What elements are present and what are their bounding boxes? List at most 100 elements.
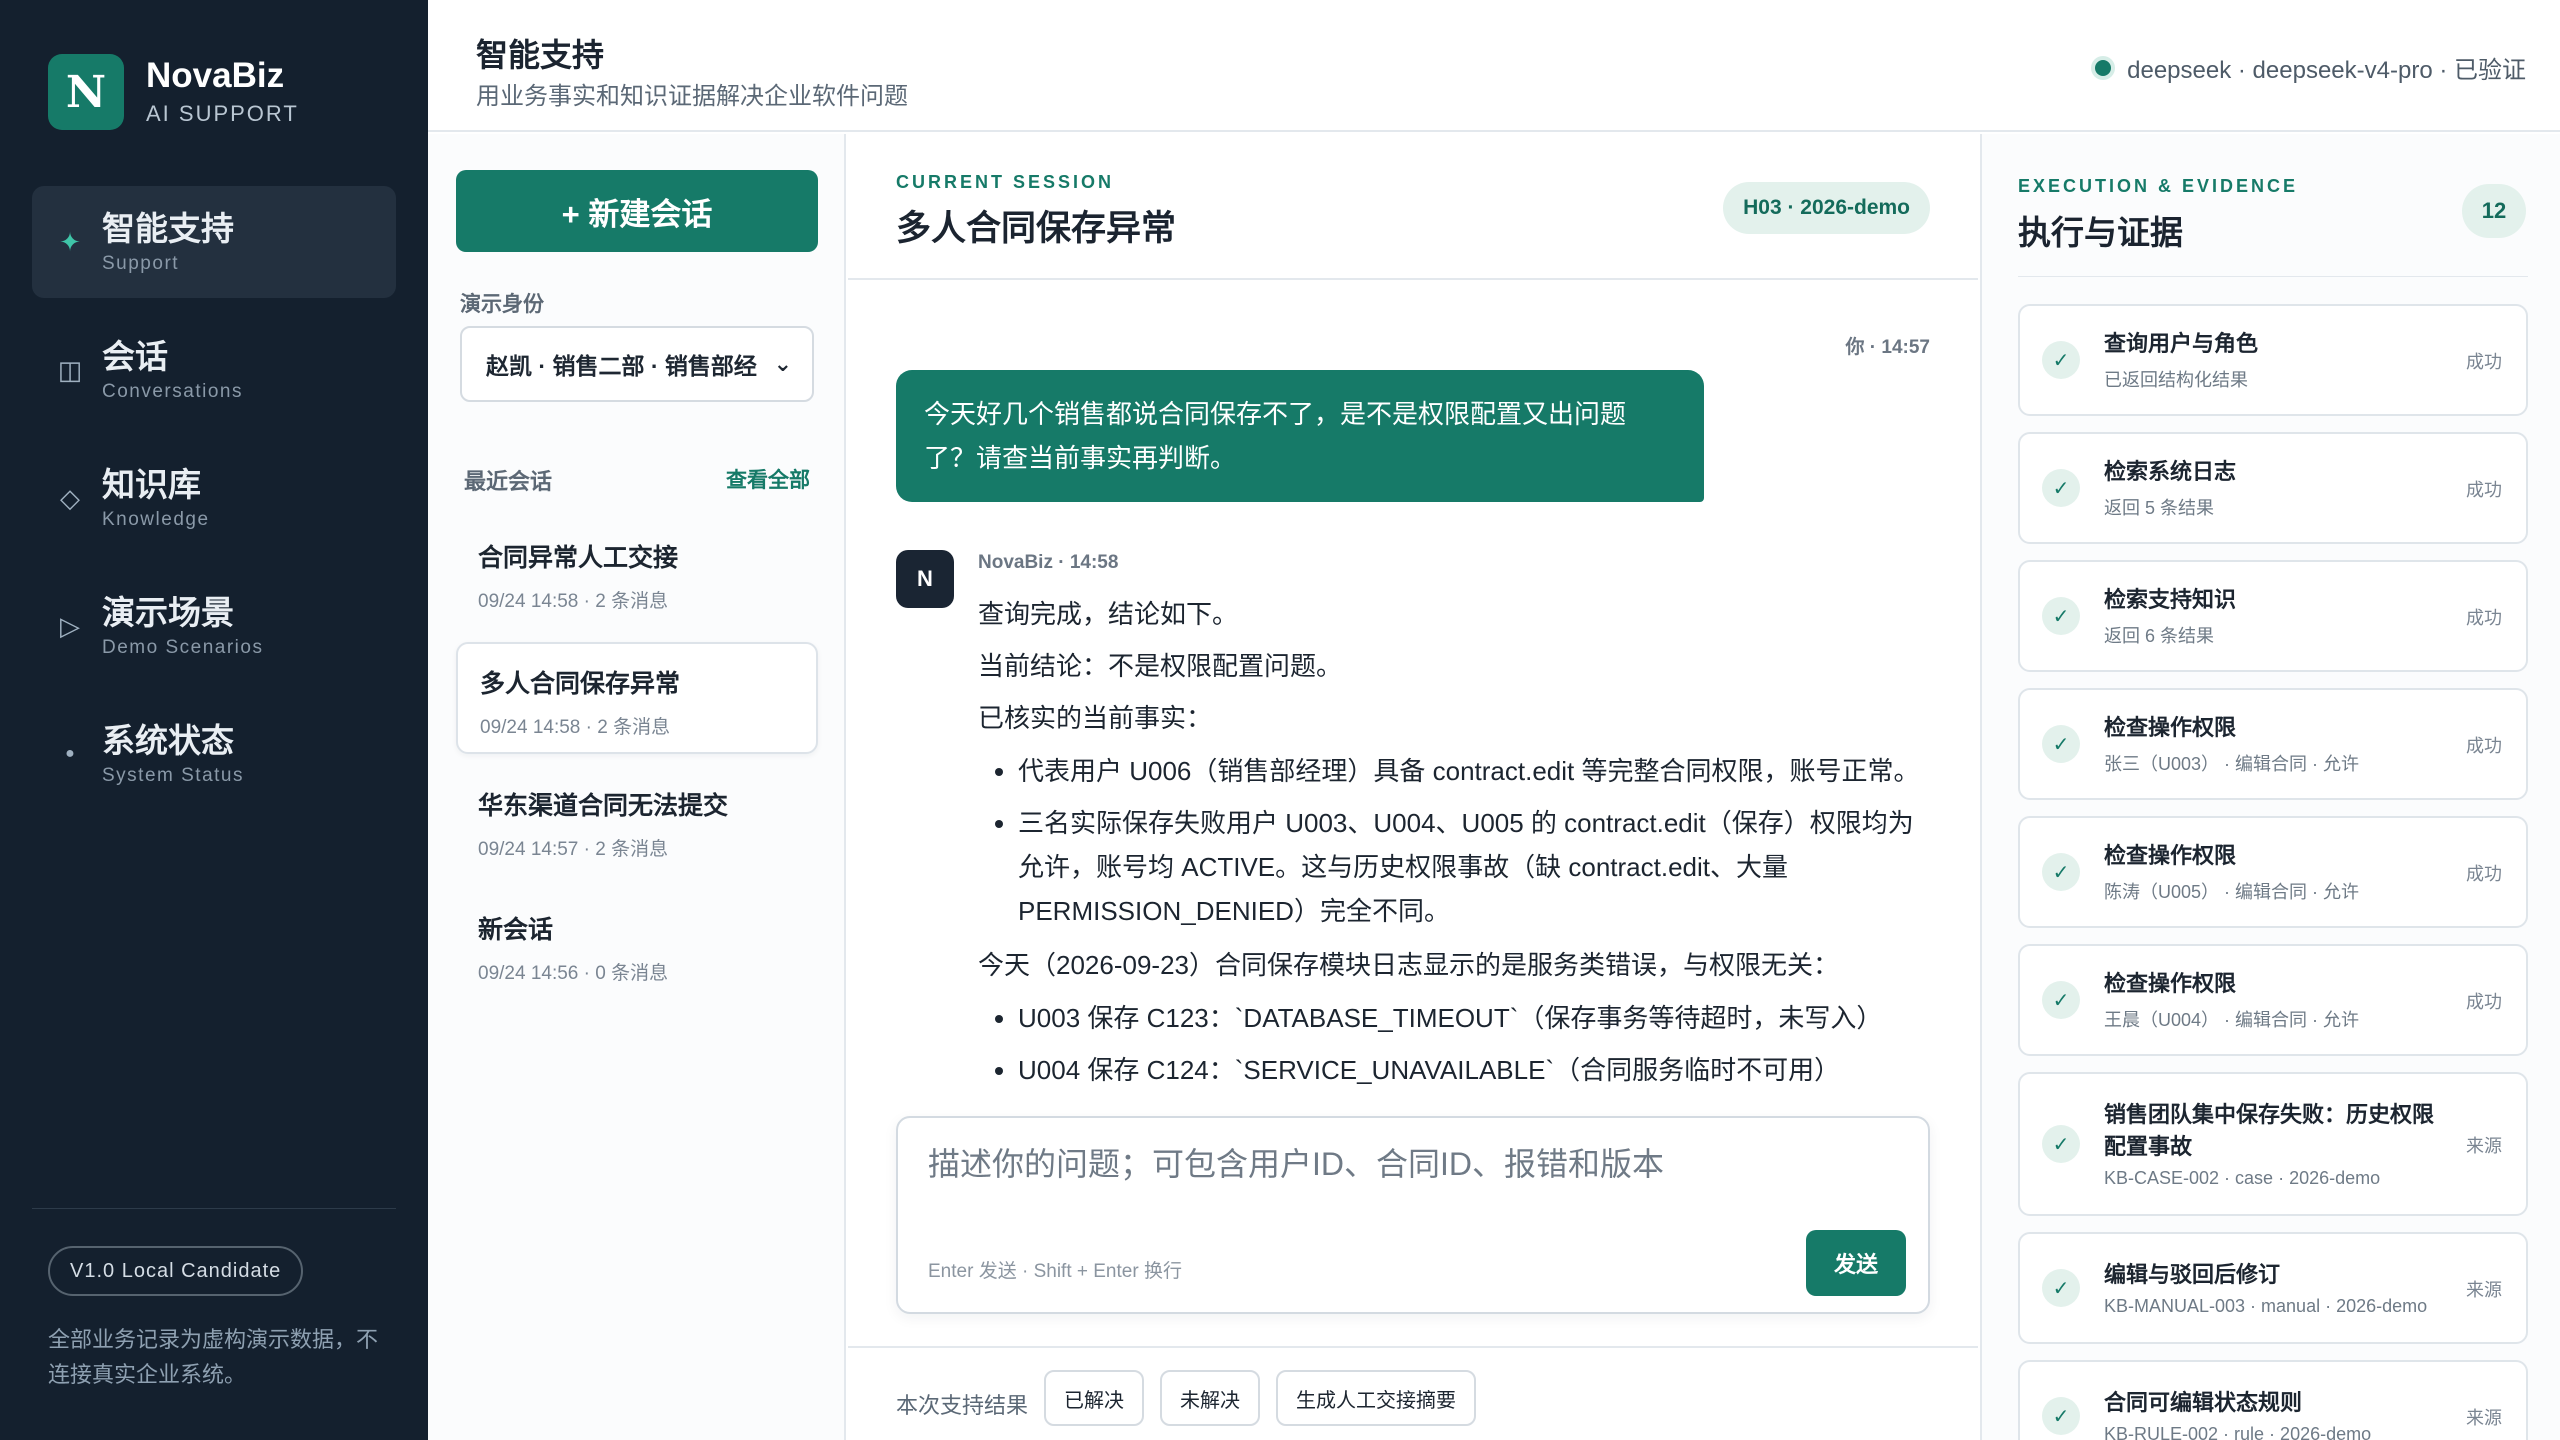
nav-label: 智能支持 [102,210,234,248]
status-dot-icon [2095,59,2112,76]
bot-paragraph: 当前结论：不是权限配置问题。 [978,651,1343,682]
bot-paragraph: 今天（2026-09-23）合同保存模块日志显示的是服务类错误，与权限无关： [978,950,1839,981]
evidence-item[interactable]: ✓ 检索系统日志 返回 5 条结果 成功 [2018,432,2528,544]
identity-select[interactable]: 赵凯 · 销售二部 · 销售部经 ⌄ [460,326,814,402]
evidence-desc: 陈涛（U005） · 编辑合同 · 允许 [2104,881,2360,902]
new-conversation-button[interactable]: + 新建会话 [456,170,818,252]
evidence-text: 检索支持知识 返回 6 条结果 [2104,562,2444,670]
send-button[interactable]: 发送 [1806,1230,1906,1296]
chevron-down-icon: ⌄ [773,351,792,376]
sidebar-note: 全部业务记录为虚构演示数据，不连接真实企业系统。 [48,1327,379,1388]
evidence-item[interactable]: ✓ 合同可编辑状态规则 KB-RULE-002 · rule · 2026-de… [2018,1360,2528,1440]
session-eyebrow: CURRENT SESSION [896,172,1115,192]
evidence-status: 来源 [2466,1136,2502,1156]
evidence-desc: KB-CASE-002 · case · 2026-demo [2104,1168,2381,1189]
nav-sub: Conversations [102,380,243,402]
brand-subtitle: AI SUPPORT [146,101,299,127]
nav-item-demo-scenarios[interactable]: ▷ 演示场景 Demo Scenarios [32,570,396,682]
unresolved-button[interactable]: 未解决 [1160,1370,1260,1426]
nav-sub: Knowledge [102,508,210,530]
play-icon: ▷ [60,610,80,641]
chat-panel: CURRENT SESSION 多人合同保存异常 H03 · 2026-demo… [848,134,1978,1440]
sparkle-icon: ✦ [59,226,81,257]
bot-avatar: N [896,550,954,608]
evidence-name: 合同可编辑状态规则 [2104,1389,2303,1415]
conversation-title: 华东渠道合同无法提交 [478,792,729,820]
check-icon: ✓ [2042,1397,2080,1435]
bot-list: 代表用户 U006（销售部经理）具备 contract.edit 等完整合同权限… [1018,749,1928,934]
evidence-name: 检查操作权限 [2104,715,2237,741]
evidence-item[interactable]: ✓ 查询用户与角色 已返回结构化结果 成功 [2018,304,2528,416]
evidence-item[interactable]: ✓ 检查操作权限 张三（U003） · 编辑合同 · 允许 成功 [2018,688,2528,800]
check-icon: ✓ [2042,597,2080,635]
evidence-desc: 张三（U003） · 编辑合同 · 允许 [2104,753,2360,774]
evidence-desc: 已返回结构化结果 [2104,369,2248,390]
view-all-link[interactable]: 查看全部 [726,464,810,496]
conversation-item[interactable]: 华东渠道合同无法提交 09/24 14:57 · 2 条消息 [456,766,818,878]
resolved-button[interactable]: 已解决 [1044,1370,1144,1426]
nav-item-knowledge[interactable]: ◇ 知识库 Knowledge [32,442,396,554]
identity-value: 赵凯 · 销售二部 · 销售部经 [486,353,757,379]
conversation-panel: + 新建会话 演示身份 赵凯 · 销售二部 · 销售部经 ⌄ 最近会话 查看全部… [428,134,846,1440]
user-message: 今天好几个销售都说合同保存不了，是不是权限配置又出问题了？请查当前事实再判断。 [896,370,1704,503]
handoff-summary-button[interactable]: 生成人工交接摘要 [1276,1370,1476,1426]
conversation-meta: 09/24 14:58 · 2 条消息 [480,717,671,738]
evidence-eyebrow: EXECUTION & EVIDENCE [2018,176,2299,196]
bot-list-item: U004 保存 C124：`SERVICE_UNAVAILABLE`（合同服务临… [1018,1048,1928,1092]
check-icon: ✓ [2042,853,2080,891]
conversation-item-active[interactable]: 多人合同保存异常 09/24 14:58 · 2 条消息 [456,642,818,754]
check-icon: ✓ [2042,469,2080,507]
evidence-text: 检查操作权限 王晨（U004） · 编辑合同 · 允许 [2104,946,2444,1054]
nav-item-system-status[interactable]: ● 系统状态 System Status [32,698,396,810]
evidence-status: 成功 [2466,480,2502,500]
check-icon: ✓ [2042,981,2080,1019]
nav-text: 系统状态 System Status [102,721,244,787]
evidence-item[interactable]: ✓ 编辑与驳回后修订 KB-MANUAL-003 · manual · 2026… [2018,1232,2528,1344]
nav-sub: Support [102,252,180,274]
evidence-item[interactable]: ✓ 检查操作权限 王晨（U004） · 编辑合同 · 允许 成功 [2018,944,2528,1056]
evidence-name: 检查操作权限 [2104,843,2237,869]
session-title: 多人合同保存异常 [896,209,1177,248]
conversation-title: 合同异常人工交接 [478,544,679,572]
evidence-item[interactable]: ✓ 检查操作权限 陈涛（U005） · 编辑合同 · 允许 成功 [2018,816,2528,928]
evidence-count-badge: 12 [2462,184,2526,238]
evidence-name: 检查操作权限 [2104,971,2237,997]
nav-item-conversations[interactable]: ◫ 会话 Conversations [32,314,396,426]
check-icon: ✓ [2042,341,2080,379]
evidence-text: 销售团队集中保存失败：历史权限配置事故 KB-CASE-002 · case ·… [2104,1074,2444,1214]
evidence-desc: 王晨（U004） · 编辑合同 · 允许 [2104,1009,2360,1030]
evidence-status: 成功 [2466,864,2502,884]
bot-list-item: 三名实际保存失败用户 U003、U004、U005 的 contract.edi… [1018,801,1928,934]
message-input[interactable] [928,1146,1888,1183]
nav-text: 演示场景 Demo Scenarios [102,593,263,659]
evidence-name: 销售团队集中保存失败：历史权限配置事故 [2104,1101,2435,1159]
conversation-list: 合同异常人工交接 09/24 14:58 · 2 条消息 多人合同保存异常 09… [456,518,818,1014]
page-title: 智能支持 [476,37,605,73]
brand-text: NovaBiz AI SUPPORT [146,56,299,128]
diamond-icon: ◇ [60,482,80,513]
brand-logo: N [48,54,124,130]
recent-label: 最近会话 [464,469,553,494]
evidence-item[interactable]: ✓ 检索支持知识 返回 6 条结果 成功 [2018,560,2528,672]
evidence-name: 检索支持知识 [2104,587,2237,613]
version-badge: V1.0 Local Candidate [48,1246,304,1296]
evidence-text: 合同可编辑状态规则 KB-RULE-002 · rule · 2026-demo [2104,1362,2444,1440]
conversation-item[interactable]: 新会话 09/24 14:56 · 0 条消息 [456,890,818,1002]
bot-message-meta: NovaBiz · 14:58 [978,552,1119,573]
nav-item-support[interactable]: ✦ 智能支持 Support [32,186,396,298]
evidence-desc: KB-RULE-002 · rule · 2026-demo [2104,1424,2372,1440]
conversation-item[interactable]: 合同异常人工交接 09/24 14:58 · 2 条消息 [456,518,818,630]
evidence-desc: 返回 5 条结果 [2104,497,2215,518]
recent-header: 最近会话 查看全部 [464,464,810,496]
bot-list-item: U003 保存 C123：`DATABASE_TIMEOUT`（保存事务等待超时… [1018,996,1928,1040]
brand[interactable]: N NovaBiz AI SUPPORT [48,54,299,130]
evidence-status: 成功 [2466,352,2502,372]
evidence-text: 检查操作权限 陈涛（U005） · 编辑合同 · 允许 [2104,818,2444,926]
dot-icon: ● [65,745,75,762]
result-label: 本次支持结果 [896,1393,1029,1418]
page-header: 智能支持 用业务事实和知识证据解决企业软件问题 deepseek · deeps… [428,0,2560,132]
evidence-item[interactable]: ✓ 销售团队集中保存失败：历史权限配置事故 KB-CASE-002 · case… [2018,1072,2528,1216]
evidence-text: 检索系统日志 返回 5 条结果 [2104,434,2444,542]
conversation-title: 多人合同保存异常 [480,670,681,698]
main-nav: ✦ 智能支持 Support ◫ 会话 Conversations ◇ 知识库 … [32,186,396,826]
